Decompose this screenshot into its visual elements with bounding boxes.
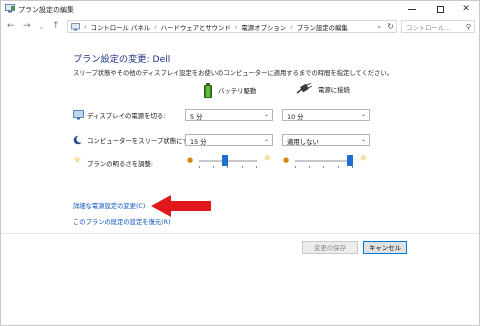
chevron-down-icon: ⌄ (360, 111, 366, 118)
chevron-down-icon: ⌄ (263, 111, 269, 118)
breadcrumb-chevron-icon: › (84, 23, 87, 31)
brightness-plugged-slider[interactable] (295, 154, 353, 168)
edit-plan-window: プラン設定の編集 ✕ ← → ⌄ ↑ › コントロール パネル › ハードウェア… (0, 0, 480, 326)
sleep-battery-value: 15 分 (190, 138, 207, 146)
sleep-plugged-value: 適用しない (287, 138, 319, 146)
display-off-label: ディスプレイの電源を切る: (87, 112, 166, 120)
search-box[interactable]: コントロール... ⚲ (401, 20, 475, 33)
display-off-plugged-value: 10 分 (287, 113, 304, 121)
back-arrow-icon[interactable]: ← (7, 21, 15, 31)
up-arrow-icon[interactable]: ↑ (52, 21, 60, 31)
breadcrumb-item[interactable]: ハードウェアとサウンド (161, 23, 231, 32)
maximize-icon (436, 5, 444, 13)
maximize-button[interactable] (427, 1, 453, 17)
battery-icon (204, 83, 212, 98)
breadcrumb-item-current[interactable]: プラン設定の編集 (297, 23, 348, 32)
control-panel-icon (71, 23, 80, 31)
sleep-label: コンピューターをスリープ状態にする: (87, 137, 198, 145)
battery-column-header: バッテリ駆動 (204, 83, 256, 98)
chevron-down-icon: ⌄ (263, 136, 269, 143)
brightness-label: プランの明るさを調整: (87, 160, 154, 168)
breadcrumb-chevron-icon[interactable]: › (235, 23, 238, 32)
slider-thumb[interactable] (347, 155, 353, 166)
sleep-battery-select[interactable]: 15 分 ⌄ (185, 134, 273, 146)
display-icon (73, 110, 84, 120)
close-button[interactable]: ✕ (453, 1, 479, 17)
refresh-icon[interactable]: ↻ (387, 22, 394, 31)
brightness-low-icon: ● (187, 156, 194, 164)
breadcrumb-chevron-icon[interactable]: › (154, 23, 157, 32)
footer-divider (1, 233, 479, 234)
minimize-icon (408, 8, 416, 10)
brightness-sun-icon: ☼ (73, 156, 82, 166)
slider-ticks (295, 166, 353, 168)
recent-dropdown-icon[interactable]: ⌄ (39, 23, 44, 33)
annotation-arrow-icon (151, 195, 211, 217)
breadcrumb-item[interactable]: 電源オプション (241, 23, 286, 32)
navigation-bar: ← → ⌄ ↑ › コントロール パネル › ハードウェアとサウンド › 電源オ… (1, 18, 479, 35)
slider-ticks (199, 166, 257, 168)
breadcrumb: › コントロール パネル › ハードウェアとサウンド › 電源オプション › プ… (84, 23, 348, 32)
brightness-high-icon: ☼ (359, 154, 368, 164)
plug-icon (296, 83, 312, 94)
page-title: プラン設定の変更: Dell (73, 54, 171, 65)
sleep-moon-icon (73, 135, 84, 145)
title-bar: プラン設定の編集 ✕ (1, 1, 479, 17)
plugged-column-header: 電源に接続 (296, 83, 350, 95)
power-options-icon (5, 4, 15, 13)
close-icon: ✕ (462, 4, 470, 14)
search-placeholder: コントロール... (406, 24, 451, 32)
brightness-battery-slider[interactable] (199, 154, 257, 168)
address-dropdown-icon[interactable]: ⌄ (376, 22, 382, 30)
brightness-high-icon: ☼ (263, 154, 272, 164)
plugged-column-label: 電源に接続 (318, 85, 350, 94)
slider-thumb[interactable] (222, 155, 228, 166)
sleep-plugged-select[interactable]: 適用しない ⌄ (282, 134, 370, 146)
page-description: スリープ状態やその他のディスプレイ設定をお使いのコンピューターに適用するまでの時… (73, 70, 393, 77)
window-title: プラン設定の編集 (18, 6, 74, 14)
display-off-battery-select[interactable]: 5 分 ⌄ (185, 109, 273, 121)
display-off-battery-value: 5 分 (190, 113, 203, 121)
breadcrumb-item[interactable]: コントロール パネル (91, 23, 151, 32)
breadcrumb-chevron-icon[interactable]: › (290, 23, 293, 32)
forward-arrow-icon[interactable]: → (23, 21, 31, 31)
address-bar[interactable]: › コントロール パネル › ハードウェアとサウンド › 電源オプション › プ… (67, 20, 397, 33)
cancel-button[interactable]: キャンセル (363, 241, 407, 254)
display-off-plugged-select[interactable]: 10 分 ⌄ (282, 109, 370, 121)
search-icon[interactable]: ⚲ (466, 23, 471, 31)
save-changes-button[interactable]: 変更の保存 (302, 241, 358, 254)
battery-column-label: バッテリ駆動 (218, 87, 257, 95)
chevron-down-icon: ⌄ (360, 136, 366, 143)
restore-defaults-link[interactable]: このプランの既定の設定を復元(R) (73, 217, 170, 226)
minimize-button[interactable] (399, 1, 425, 17)
brightness-low-icon: ● (283, 156, 290, 164)
advanced-settings-link[interactable]: 詳細な電源設定の変更(C) (73, 201, 145, 210)
